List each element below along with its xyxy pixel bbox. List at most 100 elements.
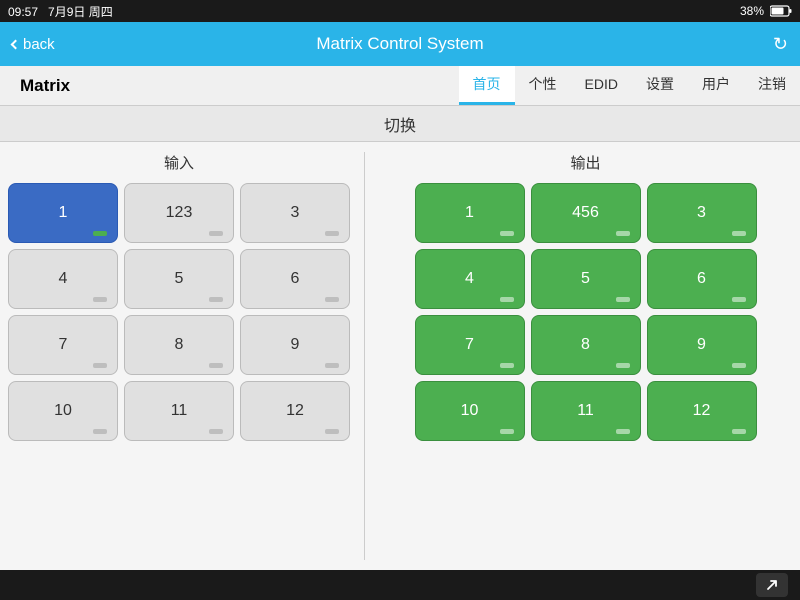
- input-button-label: 3: [291, 204, 300, 222]
- input-button-indicator: [93, 429, 107, 434]
- output-button-label: 9: [697, 336, 706, 354]
- output-button-indicator: [616, 429, 630, 434]
- tab-personality[interactable]: 个性: [515, 66, 571, 105]
- back-button[interactable]: back: [0, 36, 67, 53]
- output-button-label: 3: [697, 204, 706, 222]
- status-time: 09:57 7月9日 周四: [8, 3, 113, 20]
- output-button-label: 11: [577, 402, 594, 420]
- output-button-4[interactable]: 4: [415, 249, 525, 309]
- output-button-indicator: [616, 297, 630, 302]
- section-title-bar: 切换: [0, 106, 800, 142]
- output-button-indicator: [732, 297, 746, 302]
- input-button-label: 8: [175, 336, 184, 354]
- input-button-5[interactable]: 5: [124, 249, 234, 309]
- output-button-label: 7: [465, 336, 474, 354]
- input-button-label: 9: [291, 336, 300, 354]
- input-button-label: 4: [59, 270, 68, 288]
- input-button-label: 1: [59, 204, 68, 222]
- output-button-1[interactable]: 1: [415, 183, 525, 243]
- input-button-1[interactable]: 1: [8, 183, 118, 243]
- output-button-10[interactable]: 10: [415, 381, 525, 441]
- output-button-indicator: [616, 231, 630, 236]
- input-button-indicator: [93, 231, 107, 236]
- input-button-10[interactable]: 10: [8, 381, 118, 441]
- output-button-12[interactable]: 12: [647, 381, 757, 441]
- input-button-label: 10: [54, 402, 72, 420]
- navigate-button[interactable]: [756, 573, 788, 597]
- input-button-indicator: [93, 363, 107, 368]
- output-button-label: 12: [693, 402, 711, 420]
- back-chevron-icon: [11, 39, 21, 49]
- input-panel: 输入 11233456789101112: [8, 152, 350, 560]
- output-button-label: 1: [465, 204, 474, 222]
- input-button-indicator: [325, 429, 339, 434]
- output-button-label: 6: [697, 270, 706, 288]
- output-grid: 14563456789101112: [415, 183, 757, 441]
- output-button-label: 5: [581, 270, 590, 288]
- tab-home[interactable]: 首页: [459, 66, 515, 105]
- output-button-indicator: [500, 231, 514, 236]
- tab-settings[interactable]: 设置: [632, 66, 688, 105]
- tab-user[interactable]: 用户: [688, 66, 744, 105]
- main-content: 输入 11233456789101112 输出 1456345678910111…: [0, 142, 800, 570]
- output-button-label: 8: [581, 336, 590, 354]
- output-button-11[interactable]: 11: [531, 381, 641, 441]
- input-button-indicator: [93, 297, 107, 302]
- input-button-7[interactable]: 7: [8, 315, 118, 375]
- input-button-label: 7: [59, 336, 68, 354]
- nav-bar: back Matrix Control System ↻: [0, 22, 800, 66]
- output-button-3[interactable]: 3: [647, 183, 757, 243]
- tab-edid[interactable]: EDID: [571, 66, 632, 105]
- output-button-indicator: [732, 429, 746, 434]
- input-button-label: 12: [286, 402, 304, 420]
- output-button-indicator: [500, 363, 514, 368]
- input-button-9[interactable]: 9: [240, 315, 350, 375]
- output-button-9[interactable]: 9: [647, 315, 757, 375]
- nav-title: Matrix Control System: [316, 34, 483, 54]
- back-label: back: [23, 36, 55, 53]
- input-button-12[interactable]: 12: [240, 381, 350, 441]
- output-button-indicator: [500, 297, 514, 302]
- input-button-indicator: [325, 297, 339, 302]
- input-button-label: 5: [175, 270, 184, 288]
- output-button-7[interactable]: 7: [415, 315, 525, 375]
- input-grid: 1 123 3 4 5 6 7 8 9 10 11 12: [8, 183, 350, 441]
- bottom-bar: [0, 570, 800, 600]
- battery-icon: [770, 5, 792, 17]
- input-button-label: 6: [291, 270, 300, 288]
- input-button-label: 11: [171, 402, 188, 420]
- status-bar: 09:57 7月9日 周四 38%: [0, 0, 800, 22]
- output-button-5[interactable]: 5: [531, 249, 641, 309]
- tab-logout[interactable]: 注销: [744, 66, 800, 105]
- output-button-2[interactable]: 456: [531, 183, 641, 243]
- input-button-11[interactable]: 11: [124, 381, 234, 441]
- output-button-6[interactable]: 6: [647, 249, 757, 309]
- output-button-8[interactable]: 8: [531, 315, 641, 375]
- navigate-icon: [764, 577, 780, 593]
- input-button-8[interactable]: 8: [124, 315, 234, 375]
- input-button-label: 123: [166, 204, 193, 222]
- input-button-indicator: [209, 231, 223, 236]
- refresh-button[interactable]: ↻: [773, 34, 788, 55]
- input-button-2[interactable]: 123: [124, 183, 234, 243]
- input-button-4[interactable]: 4: [8, 249, 118, 309]
- output-button-indicator: [732, 363, 746, 368]
- input-button-6[interactable]: 6: [240, 249, 350, 309]
- output-button-label: 4: [465, 270, 474, 288]
- input-button-indicator: [325, 231, 339, 236]
- section-title: 切换: [384, 112, 416, 136]
- output-button-label: 456: [572, 204, 599, 222]
- output-button-indicator: [732, 231, 746, 236]
- app-title: Matrix: [10, 76, 90, 96]
- input-button-indicator: [209, 363, 223, 368]
- status-right: 38%: [740, 4, 792, 18]
- tab-bar: Matrix 首页 个性 EDID 设置 用户 注销: [0, 66, 800, 106]
- input-button-indicator: [209, 429, 223, 434]
- input-button-3[interactable]: 3: [240, 183, 350, 243]
- panel-divider: [364, 152, 365, 560]
- output-button-indicator: [500, 429, 514, 434]
- output-panel-title: 输出: [570, 152, 600, 173]
- output-panel: 输出 14563456789101112: [379, 152, 792, 560]
- input-button-indicator: [325, 363, 339, 368]
- output-button-label: 10: [461, 402, 479, 420]
